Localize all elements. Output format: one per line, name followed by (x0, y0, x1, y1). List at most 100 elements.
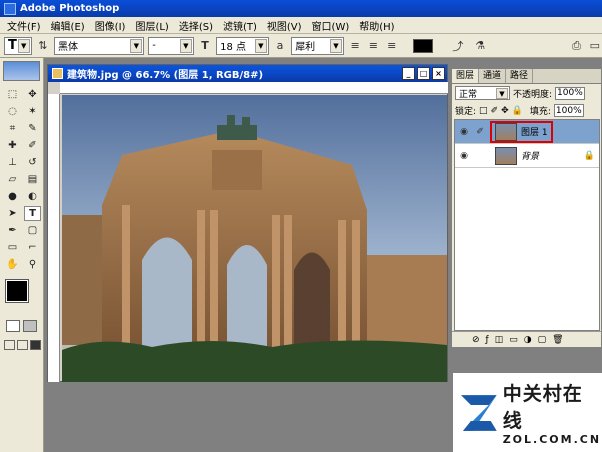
opacity-input[interactable]: 100% (555, 86, 585, 100)
move-tool-icon[interactable]: ✥ (24, 87, 41, 102)
chevron-down-icon: ▼ (17, 38, 30, 53)
crop-tool-icon[interactable]: ⌗ (4, 121, 21, 136)
antialias-select[interactable]: 犀利 ▼ (291, 36, 344, 55)
menu-help[interactable]: 帮助(H) (354, 18, 399, 33)
hand-tool-icon[interactable]: ✋ (4, 257, 21, 272)
chevron-down-icon: ▼ (329, 38, 342, 53)
marquee-tool-icon[interactable]: ⬚ (4, 87, 21, 102)
standard-mode-icon[interactable] (6, 320, 20, 332)
layer-style-icon[interactable]: ƒ (486, 335, 489, 345)
print-icon[interactable]: ⎙ (569, 38, 583, 54)
clone-stamp-icon[interactable]: ⊥ (4, 155, 21, 170)
eyedropper-icon[interactable]: ⌐ (24, 240, 41, 255)
slice-tool-icon[interactable]: ✎ (24, 121, 41, 136)
brush-icon: ✐ (476, 126, 484, 137)
document-titlebar[interactable]: 建筑物.jpg @ 66.7% (图层 1, RGB/8#) _ □ × (48, 65, 447, 82)
quick-mask-icon[interactable] (23, 320, 37, 332)
menu-view[interactable]: 视图(V) (262, 18, 307, 33)
fill-input[interactable]: 100% (553, 104, 584, 117)
menu-filter[interactable]: 滤镜(T) (218, 18, 262, 33)
type-tool-icon[interactable]: T (24, 206, 41, 221)
toolbox: ⬚ ✥ ◌ ✶ ⌗ ✎ ✚ ✐ ⊥ ↺ ▱ ▤ ● ◐ ➤ T ✒ ▢ ▭ ⌐ … (0, 58, 44, 452)
app-titlebar: Adobe Photoshop (0, 0, 602, 17)
blend-mode-select[interactable]: 正常 ▼ (455, 86, 510, 100)
lock-icon: 🔒 (583, 150, 595, 161)
document-window[interactable]: 建筑物.jpg @ 66.7% (图层 1, RGB/8#) _ □ × (47, 64, 448, 382)
gradient-tool-icon[interactable]: ▤ (24, 172, 41, 187)
history-brush-icon[interactable]: ↺ (24, 155, 41, 170)
screen-mode-full-icon[interactable] (30, 340, 41, 350)
menu-select[interactable]: 选择(S) (174, 18, 218, 33)
watermark-brand-cn: 中关村在线 (502, 383, 583, 432)
font-style-value: - (152, 40, 156, 51)
toolbox-header-logo (3, 61, 40, 81)
eye-icon[interactable]: ◉ (458, 127, 470, 137)
tab-paths[interactable]: 路径 (506, 69, 534, 83)
warp-text-icon[interactable]: ⤴ (451, 38, 465, 54)
adjustment-layer-icon[interactable]: ◑ (524, 335, 532, 345)
menu-edit[interactable]: 编辑(E) (46, 18, 90, 33)
tab-layers[interactable]: 图层 (452, 69, 480, 83)
magic-wand-tool-icon[interactable]: ✶ (24, 104, 41, 119)
menu-layer[interactable]: 图层(L) (130, 18, 173, 33)
trash-icon[interactable]: 🗑 (552, 335, 563, 345)
zoom-tool-icon[interactable]: ⚲ (24, 257, 41, 272)
antialias-icon: a (276, 39, 284, 52)
eye-icon[interactable]: ◉ (458, 151, 470, 161)
dodge-tool-icon[interactable]: ◐ (24, 189, 41, 204)
screen-mode-standard-icon[interactable] (4, 340, 15, 350)
path-select-icon[interactable]: ➤ (4, 206, 21, 221)
align-center-icon[interactable]: ≡ (366, 38, 380, 54)
text-tool-preset[interactable]: T ▼ (4, 36, 32, 55)
layer-row-layer1[interactable]: ◉ ✐ 图层 1 (455, 120, 599, 144)
menu-file[interactable]: 文件(F) (2, 18, 46, 33)
layer-thumbnail (495, 122, 517, 141)
font-size-icon: T (201, 39, 209, 52)
foreground-color-swatch[interactable] (5, 279, 29, 303)
antialias-value: 犀利 (295, 42, 316, 53)
lasso-tool-icon[interactable]: ◌ (4, 104, 21, 119)
font-style-select[interactable]: - ▼ (148, 36, 194, 55)
screen-mode-full-menu-icon[interactable] (17, 340, 28, 350)
tab-channels[interactable]: 通道 (479, 69, 507, 83)
font-family-select[interactable]: 黑体 ▼ (53, 36, 145, 55)
shape-tool-icon[interactable]: ▢ (24, 223, 41, 238)
blur-tool-icon[interactable]: ● (4, 189, 21, 204)
layers-panel-footer: ⊘ ƒ ◫ ▭ ◑ ▢ 🗑 (452, 331, 601, 347)
menu-window[interactable]: 窗口(W) (307, 18, 355, 33)
layer-row-background[interactable]: ◉ 背景 🔒 (455, 144, 599, 168)
app-title: Adobe Photoshop (20, 3, 120, 14)
layer-mask-icon[interactable]: ◫ (495, 335, 504, 345)
lock-image-icon[interactable]: ✐ (491, 106, 499, 116)
link-layers-icon[interactable]: ⊘ (472, 335, 480, 345)
new-set-icon[interactable]: ▭ (509, 335, 518, 345)
healing-brush-icon[interactable]: ✚ (4, 138, 21, 153)
maximize-button[interactable]: □ (417, 67, 430, 80)
chevron-down-icon: ▼ (496, 88, 508, 99)
opacity-value: 100% (557, 88, 583, 98)
file-browser-icon[interactable]: ▭ (588, 38, 602, 54)
brush-tool-icon[interactable]: ✐ (24, 138, 41, 153)
new-layer-icon[interactable]: ▢ (538, 335, 547, 345)
text-orientation-icon[interactable]: ⇅ (36, 38, 50, 54)
eraser-tool-icon[interactable]: ▱ (4, 172, 21, 187)
image-canvas[interactable] (62, 95, 447, 382)
layer-name: 背景 (521, 152, 540, 162)
notes-tool-icon[interactable]: ▭ (4, 240, 21, 255)
palettes-icon[interactable]: ⚗ (473, 38, 487, 54)
lock-position-icon[interactable]: ✥ (501, 106, 509, 116)
close-button[interactable]: × (432, 67, 445, 80)
menu-image[interactable]: 图像(I) (90, 18, 131, 33)
pen-tool-icon[interactable]: ✒ (4, 223, 21, 238)
align-right-icon[interactable]: ≡ (385, 38, 399, 54)
minimize-button[interactable]: _ (402, 67, 415, 80)
lock-transparency-icon[interactable]: □ (479, 106, 488, 116)
photoshop-app-icon (4, 2, 16, 15)
arch-photo (62, 115, 447, 382)
font-size-select[interactable]: 18 点 ▼ (216, 36, 269, 55)
lock-all-icon[interactable]: 🔒 (512, 106, 523, 116)
text-color-swatch[interactable] (412, 38, 433, 53)
font-family-value: 黑体 (57, 42, 78, 53)
align-left-icon[interactable]: ≡ (348, 38, 362, 54)
menu-bar: 文件(F) 编辑(E) 图像(I) 图层(L) 选择(S) 滤镜(T) 视图(V… (0, 17, 602, 34)
